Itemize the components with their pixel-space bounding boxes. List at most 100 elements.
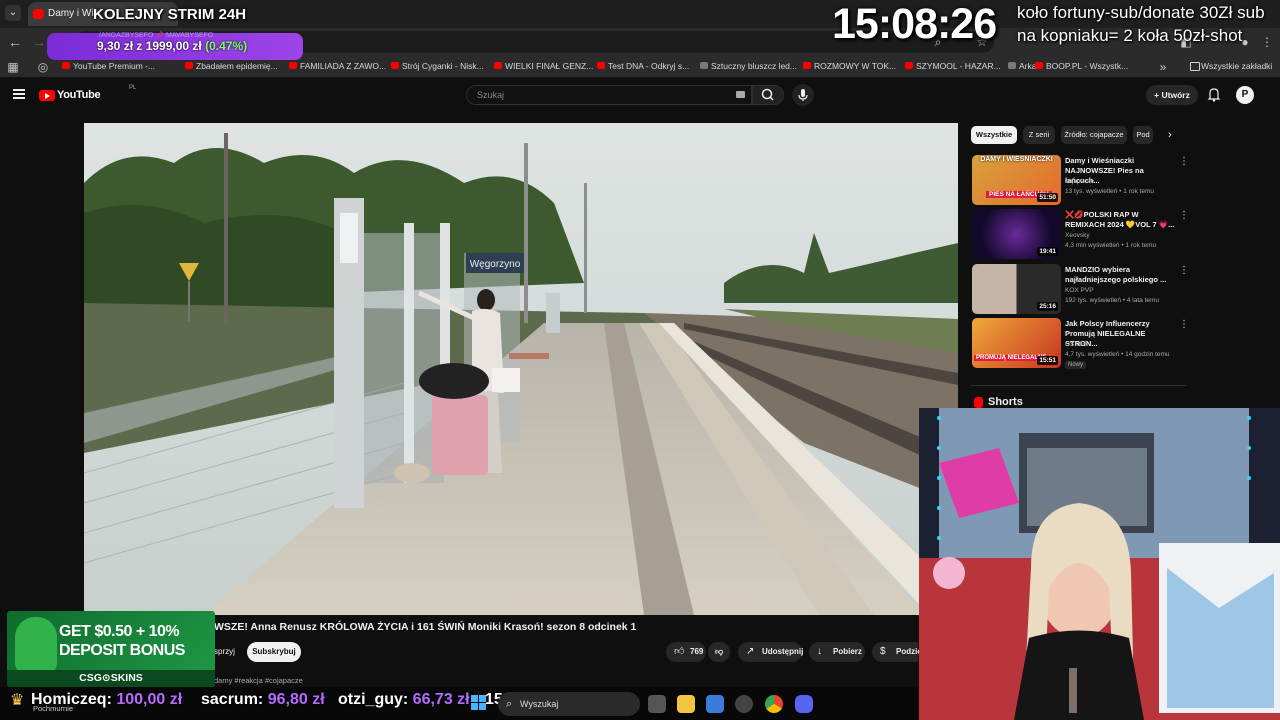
more-options-icon[interactable]: ⋮ — [1179, 210, 1189, 221]
station-sign: Węgorzyno — [470, 259, 521, 270]
thanks-button[interactable]: $ Podzięk — [872, 642, 926, 662]
more-options-icon[interactable]: ⋮ — [1179, 319, 1189, 330]
bookmark-item[interactable]: Arka — [1008, 61, 1036, 71]
tab-title: Damy i Wie — [48, 8, 100, 19]
share-button[interactable]: ↗ Udostępnij — [738, 642, 803, 662]
bookmark-item[interactable]: Strój Cyganki - Nisk... — [391, 61, 484, 71]
recommendation-title[interactable]: ❌💋POLSKI RAP W REMIXACH 2024 💛VOL 7 💗... — [1065, 210, 1175, 230]
goal-ghost-text: /ANGAZBYSEFO 📌 MAVABYSEFO — [99, 32, 214, 39]
app-icon[interactable] — [735, 695, 753, 713]
chrome-icon[interactable]: ◎ — [36, 60, 50, 74]
goal-percent: (0.47%) — [205, 39, 248, 53]
hamburger-menu-icon[interactable] — [13, 89, 25, 99]
stream-title: KOLEJNY STRIM 24H — [93, 6, 247, 23]
keyboard-icon[interactable] — [736, 91, 745, 98]
youtube-header: YouTube PL Szukaj + Utwórz P — [0, 79, 1280, 113]
notifications-bell-icon[interactable] — [1207, 87, 1221, 102]
bookmark-item[interactable]: Zbadałem epidemię... — [185, 61, 278, 71]
recommendation-item[interactable]: 25:16 MANDZIO wybiera najładniejszego po… — [971, 264, 1189, 316]
bookmark-item[interactable]: FAMILIADA Z ZAWO... — [289, 61, 386, 71]
bookmark-item[interactable]: WIELKI FINAŁ GENZ... — [494, 61, 593, 71]
video-thumbnail[interactable]: 19:41 — [972, 209, 1061, 259]
video-thumbnail[interactable]: 25:16 — [972, 264, 1061, 314]
weather-text: Pochmurnie — [33, 704, 74, 713]
description-hashtags[interactable]: damy #reakcja #cojapacze — [214, 676, 303, 685]
chip-series[interactable]: Z serii — [1023, 126, 1055, 144]
download-icon: ↓ — [817, 646, 822, 657]
ticker-name: sacrum: — [201, 691, 264, 708]
store-icon[interactable] — [706, 695, 724, 713]
channel-name[interactable]: OSKEE — [1065, 341, 1087, 348]
chip-more[interactable]: Pod — [1133, 126, 1153, 144]
thumbs-down-icon: 👎︎ — [714, 647, 724, 656]
bookmark-item[interactable]: Sztuczny bluszcz led... — [700, 61, 797, 71]
share-icon: ↗ — [746, 646, 755, 657]
discord-icon[interactable] — [795, 695, 813, 713]
file-explorer-icon[interactable] — [677, 695, 695, 713]
bookmark-item[interactable]: YouTube Premium -... — [62, 61, 155, 71]
duration-badge: 51:50 — [1037, 193, 1058, 202]
search-button[interactable] — [752, 85, 784, 105]
all-bookmarks-folder[interactable]: Wszystkie zakładki — [1190, 61, 1272, 71]
chrome-taskbar-icon[interactable] — [765, 695, 783, 713]
voice-search-button[interactable] — [792, 84, 814, 106]
channel-name[interactable]: KOX PVP — [1065, 287, 1094, 294]
ticker-amount: 100,00 zł — [116, 691, 183, 708]
subscribe-button[interactable]: Subskrybuj — [247, 642, 301, 662]
chevron-right-icon[interactable]: » — [1156, 60, 1170, 74]
chip-all[interactable]: Wszystkie — [971, 126, 1017, 144]
download-label: Pobierz — [833, 647, 862, 656]
goal-text: 9,30 zł z 1999,00 zł (0.47%) — [97, 39, 247, 53]
duration-badge: 19:41 — [1037, 247, 1058, 256]
download-button[interactable]: ↓ Pobierz — [809, 642, 865, 662]
channel-name[interactable]: cojapacze — [1065, 178, 1094, 185]
ad-subheadline: DEPOSIT BONUS — [59, 642, 185, 659]
recommendation-item[interactable]: PROMUJĄ NIELEGALNE 15:51 Jak Polscy Infl… — [971, 318, 1189, 370]
bookmark-item[interactable]: SZYMOOL - HAZAR... — [905, 61, 1001, 71]
apps-grid-icon[interactable]: ▦ — [6, 60, 20, 74]
bookmark-item[interactable]: ROZMOWY W TOK... — [803, 61, 896, 71]
taskbar-search[interactable]: Wyszukaj — [498, 692, 640, 716]
ad-brand: CSG⊙SKINS — [7, 670, 215, 687]
bookmark-item[interactable]: Test DNA - Odkryj s... — [597, 61, 689, 71]
more-options-icon[interactable]: ⋮ — [1179, 265, 1189, 276]
search-input[interactable]: Szukaj — [466, 85, 752, 105]
donation-goal-bar: /ANGAZBYSEFO 📌 MAVABYSEFO 9,30 zł z 1999… — [47, 32, 303, 60]
chevron-right-icon[interactable]: › — [1168, 126, 1172, 144]
bookmark-item[interactable]: BOOP.PL - Wszystk... — [1035, 61, 1128, 71]
view-meta: 4,3 mln wyświetleń • 1 rok temu — [1065, 242, 1157, 249]
sponsor-button[interactable]: sprzyj — [214, 647, 235, 656]
duration-badge: 15:51 — [1037, 356, 1058, 365]
view-meta: 4,7 tys. wyświetleń • 14 godzin temu — [1065, 351, 1170, 358]
recommendation-item[interactable]: DAMY I WIEŚNIACZKI PIES NA ŁAŃCUCH 51:50… — [971, 155, 1189, 207]
shorts-heading[interactable]: Shorts — [974, 396, 1023, 408]
goal-amount: 9,30 zł — [97, 39, 134, 53]
like-count: 769 — [690, 647, 704, 656]
more-options-icon[interactable]: ⋮ — [1179, 156, 1189, 167]
donor-icon: ♛ — [10, 692, 25, 709]
account-avatar[interactable]: P — [1236, 86, 1254, 104]
task-view-icon[interactable] — [648, 695, 666, 713]
recommendation-item[interactable]: 19:41 ❌💋POLSKI RAP W REMIXACH 2024 💛VOL … — [971, 209, 1189, 261]
recommendation-title[interactable]: MANDZIO wybiera najładniejszego polskieg… — [1065, 265, 1175, 285]
video-thumbnail[interactable]: DAMY I WIEŚNIACZKI PIES NA ŁAŃCUCH 51:50 — [972, 155, 1061, 205]
like-button[interactable]: 👍︎ 769 — [666, 642, 706, 662]
view-meta: 13 tys. wyświetleń • 1 rok temu — [1065, 188, 1154, 195]
windows-start-icon[interactable] — [471, 695, 487, 711]
video-player[interactable]: Węgorzyno — [84, 123, 958, 615]
region-code: PL — [129, 85, 137, 91]
ticker-entry: otzi_guy: 66,73 zł — [338, 691, 470, 709]
back-arrow-icon[interactable]: ← — [6, 33, 24, 51]
channel-name[interactable]: Xeovsky — [1065, 232, 1090, 239]
tab-search-button[interactable]: ⌄ — [5, 5, 21, 21]
thumbnail-text: DAMY I WIEŚNIACZKI — [980, 156, 1053, 163]
create-label: Utwórz — [1161, 90, 1190, 100]
video-thumbnail[interactable]: PROMUJĄ NIELEGALNE 15:51 — [972, 318, 1061, 368]
forward-arrow-icon[interactable]: → — [30, 33, 48, 51]
ticker-entry: sacrum: 96,80 zł — [201, 691, 325, 709]
dislike-button[interactable]: 👎︎ — [708, 642, 730, 662]
create-button[interactable]: + Utwórz — [1146, 85, 1198, 105]
filter-chips: Wszystkie Z serii Źródło: cojapacze Pod … — [971, 126, 1181, 144]
mascot-image — [15, 617, 57, 672]
chip-source[interactable]: Źródło: cojapacze — [1061, 126, 1127, 144]
